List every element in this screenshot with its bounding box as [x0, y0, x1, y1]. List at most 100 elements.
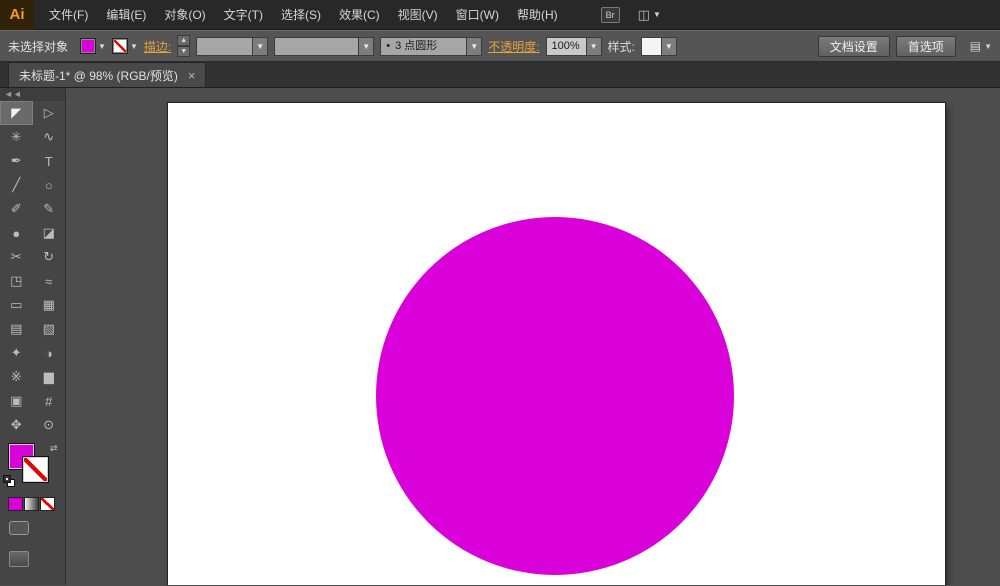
chevron-down-icon[interactable]: ▼: [466, 37, 482, 55]
zoom-tool[interactable]: ⊙: [33, 413, 66, 437]
tools-panel: ◄◄ ◤ ▷ ✳ ∿ ✒ T ╱ ○ ✐ ✎ ● ◪ ✂ ↻ ◳ ≈ ▭ ▦ ▤ ▧ ✦ ◑ ※ ▆ ▣ # ✥ ⊙ ⇄: [0, 88, 66, 585]
variable-width-profile-value: [275, 38, 358, 55]
magic-wand-tool[interactable]: ✳: [0, 125, 33, 149]
workspace-switcher-button[interactable]: ◫ ▼: [638, 7, 661, 23]
chevron-down-icon[interactable]: ▼: [585, 37, 601, 55]
scale-tool[interactable]: ◳: [0, 269, 33, 293]
menu-bar: Ai 文件(F) 编辑(E) 对象(O) 文字(T) 选择(S) 效果(C) 视图(V) 窗口…: [0, 0, 1000, 30]
type-tool[interactable]: T: [33, 149, 66, 173]
document-tab-bar: 未标题-1* @ 98% (RGB/预览) ×: [0, 62, 1000, 88]
tools-grid: ◤ ▷ ✳ ∿ ✒ T ╱ ○ ✐ ✎ ● ◪ ✂ ↻ ◳ ≈ ▭ ▦ ▤ ▧ ✦ ◑ ※ ▆ ▣ # ✥ ⊙: [0, 101, 65, 437]
eyedropper-tool[interactable]: ✦: [0, 341, 33, 365]
opacity-combo[interactable]: 100% ▼: [545, 36, 602, 56]
toolbar-collapse-button[interactable]: ◄◄: [0, 88, 65, 101]
menu-item-2[interactable]: 编辑(E): [97, 0, 155, 30]
pen-tool[interactable]: ✒: [0, 149, 33, 173]
fill-color-control[interactable]: ▼: [80, 38, 106, 54]
swap-fill-stroke-icon[interactable]: ⇄: [50, 443, 58, 454]
chevron-down-icon: ▼: [652, 10, 661, 19]
document-setup-button[interactable]: 文档设置: [817, 35, 890, 57]
stroke-weight-stepper[interactable]: ▲ ▼: [177, 35, 191, 57]
shape-builder-tool[interactable]: ▦: [33, 293, 66, 317]
mesh-tool[interactable]: ▤: [0, 317, 33, 341]
app-logo: Ai: [0, 0, 34, 30]
variable-width-profile-combo[interactable]: ▼: [274, 36, 375, 56]
style-swatch: [641, 37, 661, 55]
slice-tool[interactable]: #: [33, 389, 66, 413]
stepper-up-icon[interactable]: ▲: [177, 35, 191, 46]
lasso-tool[interactable]: ∿: [33, 125, 66, 149]
menu-item-7[interactable]: 视图(V): [389, 0, 447, 30]
selection-status-label: 未选择对象: [8, 39, 69, 54]
blob-brush-tool[interactable]: ●: [0, 221, 33, 245]
main-area: ◄◄ ◤ ▷ ✳ ∿ ✒ T ╱ ○ ✐ ✎ ● ◪ ✂ ↻ ◳ ≈ ▭ ▦ ▤ ▧ ✦ ◑ ※ ▆ ▣ # ✥ ⊙ ⇄: [0, 88, 1000, 585]
artboard[interactable]: [167, 102, 946, 585]
ellipse-tool[interactable]: ○: [33, 173, 66, 197]
menu-item-9[interactable]: 帮助(H): [508, 0, 567, 30]
brush-definition-value: 3 点圆形: [395, 39, 438, 52]
column-graph-tool[interactable]: ▆: [33, 365, 66, 389]
panel-options-icon: ▤: [969, 39, 982, 53]
menu-item-8[interactable]: 窗口(W): [447, 0, 508, 30]
paint-mode-buttons: [8, 497, 65, 511]
menu-item-4[interactable]: 文字(T): [215, 0, 272, 30]
fill-color-swatch[interactable]: [80, 38, 97, 54]
workspace-icon: ◫: [637, 6, 650, 22]
brush-bullet: •: [386, 39, 391, 52]
symbol-sprayer-tool[interactable]: ※: [0, 365, 33, 389]
stepper-down-icon[interactable]: ▼: [177, 46, 191, 57]
close-icon[interactable]: ×: [188, 68, 196, 83]
document-tab-title: 未标题-1* @ 98% (RGB/预览): [19, 68, 178, 83]
chevron-down-icon[interactable]: ▼: [252, 37, 268, 55]
scissors-tool[interactable]: ✂: [0, 245, 33, 269]
artboard-tool[interactable]: ▣: [0, 389, 33, 413]
menu-item-5[interactable]: 选择(S): [272, 0, 330, 30]
none-mode-button[interactable]: [40, 497, 55, 511]
menu-item-1[interactable]: 文件(F): [40, 0, 97, 30]
document-tab[interactable]: 未标题-1* @ 98% (RGB/预览) ×: [8, 62, 207, 87]
width-tool[interactable]: ≈: [33, 269, 66, 293]
style-label: 样式:: [607, 39, 635, 54]
hand-tool[interactable]: ✥: [0, 413, 33, 437]
blend-tool[interactable]: ◑: [33, 341, 66, 365]
control-bar: 未选择对象 ▼ ▼ 描边: ▲ ▼ ▼ ▼ • 3 点圆形 ▼ 不透明度: 10…: [0, 30, 1000, 62]
opacity-panel-link[interactable]: 不透明度:: [488, 38, 539, 55]
chevron-down-icon[interactable]: ▼: [358, 37, 374, 55]
selection-tool[interactable]: ◤: [0, 101, 33, 125]
menu-item-3[interactable]: 对象(O): [155, 0, 214, 30]
fill-stroke-indicator: ⇄: [0, 441, 65, 493]
eraser-tool[interactable]: ◪: [33, 221, 66, 245]
canvas-area[interactable]: [66, 88, 1000, 585]
menu-item-6[interactable]: 效果(C): [330, 0, 389, 30]
screen-mode-button[interactable]: [9, 521, 29, 535]
stroke-weight-combo[interactable]: ▼: [196, 36, 269, 56]
style-combo[interactable]: ▼: [640, 36, 677, 56]
brush-definition-combo[interactable]: • 3 点圆形 ▼: [380, 36, 483, 56]
paintbrush-tool[interactable]: ✐: [0, 197, 33, 221]
default-fill-stroke-icon[interactable]: [3, 475, 16, 488]
direct-selection-tool[interactable]: ▷: [33, 101, 66, 125]
chevron-down-icon: ▼: [984, 41, 992, 51]
control-panel-menu-button[interactable]: ▤ ▼: [970, 39, 992, 53]
opacity-value: 100%: [551, 39, 580, 52]
chevron-down-icon[interactable]: ▼: [130, 42, 138, 51]
stroke-weight-value: [197, 38, 252, 55]
stroke-none-swatch[interactable]: [111, 38, 128, 54]
menu-items: 文件(F) 编辑(E) 对象(O) 文字(T) 选择(S) 效果(C) 视图(V) 窗口(W)…: [40, 0, 567, 30]
color-mode-button[interactable]: [8, 497, 23, 511]
chevron-down-icon[interactable]: ▼: [660, 37, 676, 55]
stroke-color-control[interactable]: ▼: [111, 38, 138, 54]
rotate-tool[interactable]: ↻: [33, 245, 66, 269]
edit-toolbar-icon[interactable]: [9, 551, 29, 567]
line-segment-tool[interactable]: ╱: [0, 173, 33, 197]
chevron-down-icon[interactable]: ▼: [98, 42, 106, 51]
gradient-mode-button[interactable]: [24, 497, 39, 511]
preferences-button[interactable]: 首选项: [895, 35, 956, 57]
stroke-proxy-swatch[interactable]: [22, 456, 49, 483]
free-transform-tool[interactable]: ▭: [0, 293, 33, 317]
bridge-launch-button[interactable]: Br: [600, 6, 620, 23]
gradient-tool[interactable]: ▧: [33, 317, 66, 341]
stroke-panel-link[interactable]: 描边:: [144, 38, 171, 55]
pencil-tool[interactable]: ✎: [33, 197, 66, 221]
magenta-circle-shape[interactable]: [376, 217, 734, 575]
